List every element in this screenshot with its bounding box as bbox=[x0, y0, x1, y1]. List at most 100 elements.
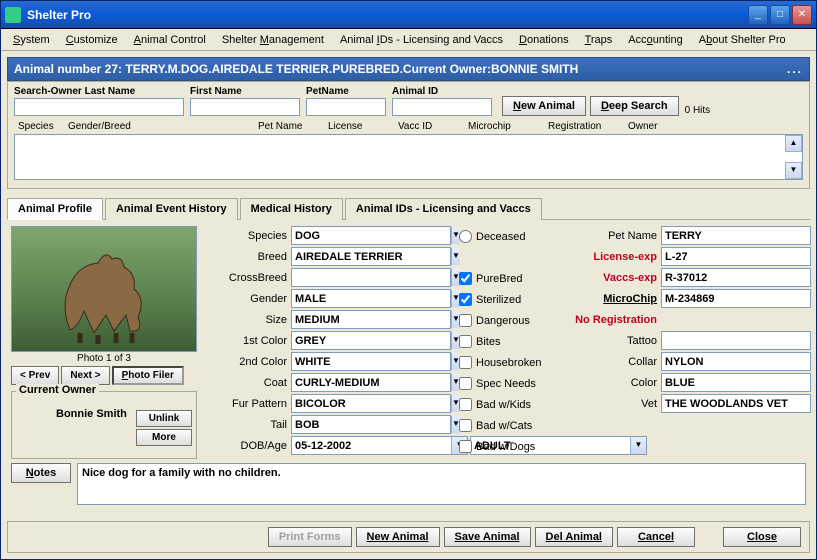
owner-unlink-button[interactable]: Unlink bbox=[136, 410, 192, 427]
label-collar-color: Color bbox=[561, 373, 657, 394]
cancel-button[interactable]: Cancel bbox=[617, 527, 695, 547]
photo-next-button[interactable]: Next > bbox=[61, 366, 109, 385]
scroll-down-icon[interactable]: ▼ bbox=[785, 162, 802, 179]
label-sterilized: Sterilized bbox=[476, 294, 521, 306]
menu-about[interactable]: About Shelter Pro bbox=[693, 32, 792, 48]
close-button[interactable]: ✕ bbox=[792, 5, 812, 25]
photo-prev-button[interactable]: < Prev bbox=[11, 366, 59, 385]
vaccs-input[interactable] bbox=[661, 268, 811, 287]
label-bites: Bites bbox=[476, 336, 500, 348]
tab-animal-ids[interactable]: Animal IDs - Licensing and Vaccs bbox=[345, 198, 542, 220]
notes-button[interactable]: Notes bbox=[11, 463, 71, 483]
sterilized-checkbox[interactable] bbox=[459, 293, 472, 306]
menu-animal-ids[interactable]: Animal IDs - Licensing and Vaccs bbox=[334, 32, 509, 48]
tab-medical-history[interactable]: Medical History bbox=[240, 198, 343, 220]
col-owner: Owner bbox=[624, 120, 684, 133]
deceased-radio[interactable] bbox=[459, 230, 472, 243]
dangerous-checkbox[interactable] bbox=[459, 314, 472, 327]
vet-select[interactable]: ▼ bbox=[661, 394, 811, 413]
menu-animal-control[interactable]: Animal Control bbox=[128, 32, 212, 48]
close-window-button[interactable]: Close bbox=[723, 527, 801, 547]
menu-shelter-management[interactable]: Shelter Management bbox=[216, 32, 330, 48]
housebroken-checkbox[interactable] bbox=[459, 356, 472, 369]
owner-more-button[interactable]: More bbox=[136, 429, 192, 446]
microchip-input[interactable] bbox=[661, 289, 811, 308]
bottom-toolbar: Print Forms New Animal Save Animal Del A… bbox=[7, 521, 810, 553]
window-title: Shelter Pro bbox=[27, 8, 748, 22]
save-animal-button[interactable]: Save Animal bbox=[444, 527, 531, 547]
photo-filer-button[interactable]: Photo Filer bbox=[112, 366, 184, 385]
content: Animal number 27: TERRY.M.DOG.AIREDALE T… bbox=[1, 51, 816, 513]
search-owner-last-input[interactable] bbox=[14, 98, 184, 116]
scroll-up-icon[interactable]: ▲ bbox=[785, 135, 802, 152]
dob-select[interactable]: ▼ bbox=[291, 436, 468, 455]
fur-select[interactable]: ▼ bbox=[291, 394, 451, 413]
search-animalid-input[interactable] bbox=[392, 98, 492, 116]
color1-select[interactable]: ▼ bbox=[291, 331, 451, 350]
label-deceased: Deceased bbox=[476, 231, 526, 243]
label-dangerous: Dangerous bbox=[476, 315, 530, 327]
header-more-icon[interactable]: ... bbox=[787, 62, 803, 76]
search-petname-input[interactable] bbox=[306, 98, 386, 116]
microchip-link[interactable]: MicroChip bbox=[561, 289, 657, 310]
minimize-button[interactable]: _ bbox=[748, 5, 768, 25]
menu-donations[interactable]: Donations bbox=[513, 32, 575, 48]
maximize-button[interactable]: □ bbox=[770, 5, 790, 25]
bites-checkbox[interactable] bbox=[459, 335, 472, 348]
hits-label: 0 Hits bbox=[685, 101, 711, 116]
tab-event-history[interactable]: Animal Event History bbox=[105, 198, 238, 220]
animal-photo[interactable] bbox=[11, 226, 197, 352]
del-animal-button[interactable]: Del Animal bbox=[535, 527, 613, 547]
menu-system[interactable]: System bbox=[7, 32, 56, 48]
new-animal-button[interactable]: New Animal bbox=[502, 96, 586, 116]
photo-column: Photo 1 of 3 < Prev Next > Photo Filer C… bbox=[11, 226, 197, 459]
color2-select[interactable]: ▼ bbox=[291, 352, 451, 371]
label-size: Size bbox=[199, 310, 287, 331]
badcats-checkbox[interactable] bbox=[459, 419, 472, 432]
titlebar: Shelter Pro _ □ ✕ bbox=[1, 1, 816, 29]
breed-select[interactable]: ▼ bbox=[291, 247, 451, 266]
label-purebred: PureBred bbox=[476, 273, 522, 285]
label-badcats: Bad w/Cats bbox=[476, 420, 532, 432]
menu-customize[interactable]: Customize bbox=[60, 32, 124, 48]
baddogs-checkbox[interactable] bbox=[459, 440, 472, 453]
right-labels: Pet Name License-exp Vaccs-exp MicroChip… bbox=[561, 226, 661, 459]
label-license-exp: License-exp bbox=[561, 247, 657, 268]
new-animal-bottom-button[interactable]: New Animal bbox=[356, 527, 440, 547]
menu-accounting[interactable]: Accounting bbox=[622, 32, 688, 48]
photo-caption: Photo 1 of 3 bbox=[11, 353, 197, 364]
attr-labels: Species Breed CrossBreed Gender Size 1st… bbox=[199, 226, 291, 459]
label-collar: Collar bbox=[561, 352, 657, 373]
results-grid[interactable]: ▲ ▼ bbox=[14, 134, 803, 180]
col-registration: Registration bbox=[544, 120, 624, 133]
label-fur: Fur Pattern bbox=[199, 394, 287, 415]
species-select[interactable]: ▼ bbox=[291, 226, 451, 245]
menubar: System Customize Animal Control Shelter … bbox=[1, 29, 816, 51]
deep-search-button[interactable]: Deep Search bbox=[590, 96, 679, 116]
tail-select[interactable]: ▼ bbox=[291, 415, 451, 434]
size-select[interactable]: ▼ bbox=[291, 310, 451, 329]
collar-color-select[interactable]: ▼ bbox=[661, 373, 811, 392]
collar-select[interactable]: ▼ bbox=[661, 352, 811, 371]
col-license: License bbox=[324, 120, 394, 133]
dog-silhouette-icon bbox=[50, 245, 160, 345]
menu-traps[interactable]: Traps bbox=[579, 32, 619, 48]
tattoo-input[interactable] bbox=[661, 331, 811, 350]
gender-select[interactable]: ▼ bbox=[291, 289, 451, 308]
petname-input[interactable] bbox=[661, 226, 811, 245]
crossbreed-select[interactable]: ▼ bbox=[291, 268, 451, 287]
coat-select[interactable]: ▼ bbox=[291, 373, 451, 392]
search-first-name-input[interactable] bbox=[190, 98, 300, 116]
notes-text[interactable]: Nice dog for a family with no children. bbox=[77, 463, 806, 505]
tab-animal-profile[interactable]: Animal Profile bbox=[7, 198, 103, 220]
label-tail: Tail bbox=[199, 415, 287, 436]
badkids-checkbox[interactable] bbox=[459, 398, 472, 411]
tab-strip: Animal Profile Animal Event History Medi… bbox=[7, 197, 810, 219]
app-window: Shelter Pro _ □ ✕ System Customize Anima… bbox=[0, 0, 817, 560]
label-owner-last: Search-Owner Last Name bbox=[14, 86, 184, 97]
label-petname: Pet Name bbox=[561, 226, 657, 247]
purebred-checkbox[interactable] bbox=[459, 272, 472, 285]
owner-group: Current Owner Bonnie Smith Unlink More bbox=[11, 391, 197, 459]
specneeds-checkbox[interactable] bbox=[459, 377, 472, 390]
license-input[interactable] bbox=[661, 247, 811, 266]
